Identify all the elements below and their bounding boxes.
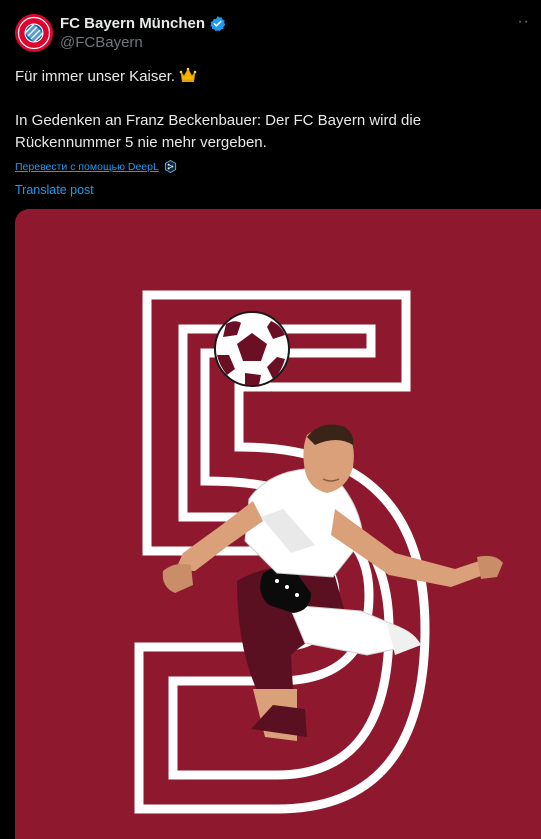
post-text-line1-content: Für immer unser Kaiser. [15, 68, 176, 85]
player-figure [162, 424, 503, 741]
beckenbauer-number-five-illustration [134, 290, 503, 814]
verified-badge-icon [210, 16, 226, 32]
avatar[interactable] [15, 14, 53, 52]
football-icon [214, 311, 290, 387]
post-header: FC Bayern München @FCBayern ·· [15, 13, 530, 53]
more-icon[interactable]: ·· [517, 13, 530, 31]
display-name[interactable]: FC Bayern München [60, 15, 205, 32]
post-text-line1: Für immer unser Kaiser. [15, 66, 530, 88]
bayern-logo-icon [15, 14, 53, 52]
deepl-icon [164, 160, 176, 173]
crown-emoji-icon [179, 67, 197, 82]
deepl-link-label: Перевести с помощью DeepL [15, 160, 159, 173]
deepl-translate-link[interactable]: Перевести с помощью DeepL [15, 160, 177, 173]
post-text-line2: In Gedenken an Franz Beckenbauer: Der FC… [15, 112, 422, 151]
post-media-image[interactable] [15, 209, 541, 839]
account-handle[interactable]: @FCBayern [60, 34, 143, 51]
translate-post-link[interactable]: Translate post [15, 183, 94, 197]
